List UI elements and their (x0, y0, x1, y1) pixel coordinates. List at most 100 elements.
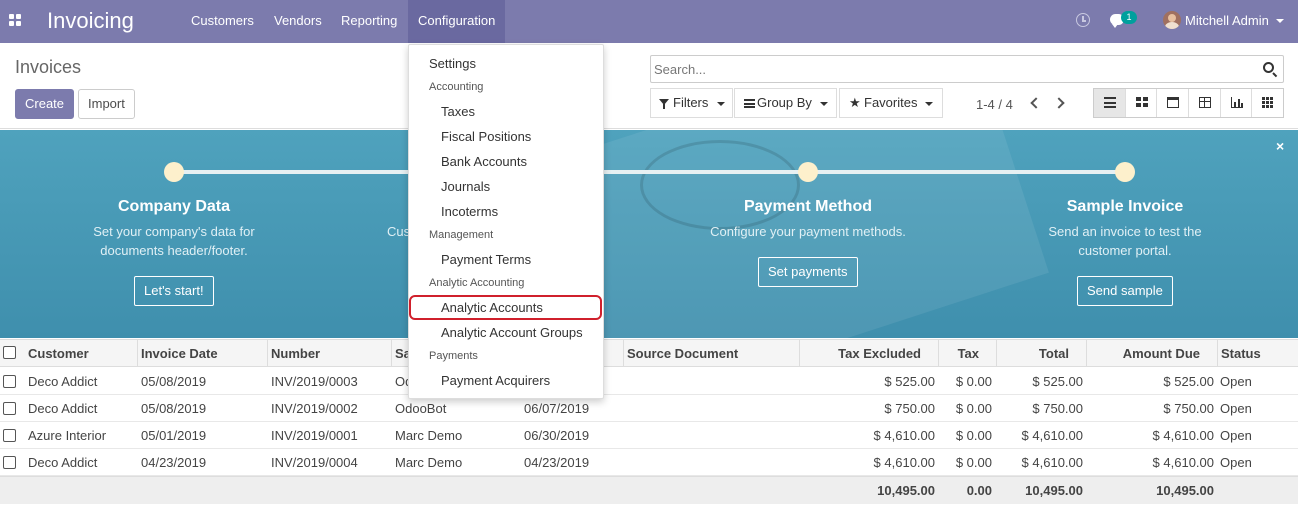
menu-taxes[interactable]: Taxes (441, 104, 475, 119)
set-payments-button[interactable]: Set payments (758, 257, 858, 287)
create-button[interactable]: Create (15, 89, 75, 119)
list-view-button[interactable] (1094, 89, 1126, 117)
import-button[interactable]: Import (78, 89, 135, 119)
list-view-icon (1104, 97, 1116, 108)
menu-customers[interactable]: Customers (181, 0, 264, 43)
menu-fiscal-positions[interactable]: Fiscal Positions (441, 129, 531, 144)
cell-tax-excluded: $ 4,610.00 (873, 455, 935, 470)
view-switcher (1093, 88, 1284, 118)
row-checkbox[interactable] (3, 402, 16, 415)
column-separator[interactable] (938, 339, 939, 367)
filter-icon (659, 99, 669, 109)
menu-configuration[interactable]: Configuration (408, 0, 506, 43)
cell-invoice-date: 05/01/2019 (141, 428, 207, 443)
menu-header-accounting: Accounting (429, 81, 484, 93)
column-separator[interactable] (137, 339, 138, 367)
menu-analytic-account-groups[interactable]: Analytic Account Groups (441, 325, 583, 340)
step-dot (164, 162, 184, 182)
cell-number: INV/2019/0001 (271, 428, 358, 443)
cell-number: INV/2019/0004 (271, 455, 358, 470)
lets-start-button[interactable]: Let's start! (134, 276, 214, 306)
column-separator[interactable] (391, 339, 392, 367)
column-customer[interactable]: Customer (28, 346, 89, 361)
row-checkbox[interactable] (3, 375, 16, 388)
column-invoice-date[interactable]: Invoice Date (141, 346, 218, 361)
calendar-view-button[interactable] (1157, 89, 1190, 117)
column-total[interactable]: Total (997, 346, 1069, 361)
app-brand[interactable]: Invoicing (47, 8, 134, 34)
menu-reporting[interactable]: Reporting (331, 0, 407, 43)
column-separator[interactable] (799, 339, 800, 367)
cell-tax: $ 0.00 (955, 401, 992, 416)
search-bar (650, 55, 1284, 83)
cell-customer: Azure Interior (28, 428, 107, 443)
cell-amount-due: $ 4,610.00 (1152, 428, 1214, 443)
table-row[interactable]: Deco Addict 05/08/2019 INV/2019/0003 Od … (0, 368, 1298, 395)
column-separator[interactable] (1217, 339, 1218, 367)
row-checkbox[interactable] (3, 429, 16, 442)
pager-value[interactable]: 1-4 / 4 (976, 97, 1013, 112)
apps-menu-icon[interactable] (9, 14, 22, 27)
step-title-sample-invoice: Sample Invoice (1066, 198, 1184, 215)
banner-background-image (640, 140, 800, 230)
menu-payment-terms[interactable]: Payment Terms (441, 252, 531, 267)
menu-payment-acquirers[interactable]: Payment Acquirers (441, 373, 550, 388)
column-separator[interactable] (623, 339, 624, 367)
cell-customer: Deco Addict (28, 401, 98, 416)
column-status[interactable]: Status (1221, 346, 1261, 361)
column-separator[interactable] (996, 339, 997, 367)
table-row[interactable]: Deco Addict 04/23/2019 INV/2019/0004 Mar… (0, 449, 1298, 476)
select-all-checkbox[interactable] (3, 346, 16, 359)
row-checkbox[interactable] (3, 456, 16, 469)
graph-view-button[interactable] (1220, 89, 1253, 117)
groupby-dropdown[interactable]: Group By (734, 88, 837, 118)
column-number[interactable]: Number (271, 346, 320, 361)
total-tax: 0.00 (966, 483, 992, 498)
column-amount-due[interactable]: Amount Due (1087, 346, 1200, 361)
cell-customer: Deco Addict (28, 455, 98, 470)
favorites-dropdown[interactable]: ★ Favorites (839, 88, 943, 118)
menu-journals[interactable]: Journals (441, 179, 490, 194)
calendar-view-icon (1167, 97, 1180, 108)
message-count-badge: 1 (1121, 11, 1137, 24)
cell-tax: $ 0.00 (955, 374, 992, 389)
step-desc-payment-method: Configure your payment methods. (710, 224, 906, 239)
cell-due-date: 06/07/2019 (524, 401, 590, 416)
column-tax[interactable]: Tax (940, 346, 979, 361)
filters-dropdown[interactable]: Filters (650, 88, 733, 118)
groupby-label: Group By (757, 95, 812, 110)
table-row[interactable]: Deco Addict 05/08/2019 INV/2019/0002 Odo… (0, 395, 1298, 422)
menu-incoterms[interactable]: Incoterms (441, 204, 498, 219)
cell-due-date: 06/30/2019 (524, 428, 590, 443)
activity-clock-icon[interactable] (1076, 13, 1090, 27)
step-dot (798, 162, 818, 182)
cell-salesperson: Marc Demo (395, 455, 463, 470)
analytic-accounts-highlight-box (409, 295, 602, 320)
total-total: 10,495.00 (1025, 483, 1083, 498)
column-source-document[interactable]: Source Document (627, 346, 738, 361)
cell-amount-due: $ 525.00 (1163, 374, 1214, 389)
step-desc-company-data: Set your company's data for documents hea… (93, 224, 255, 258)
column-separator[interactable] (267, 339, 268, 367)
user-menu-caret-icon[interactable] (1276, 19, 1284, 23)
top-navbar: Invoicing Customers Vendors Reporting Co… (0, 0, 1298, 43)
kanban-view-button[interactable] (1125, 89, 1158, 117)
column-separator[interactable] (1086, 339, 1087, 367)
table-row[interactable]: Azure Interior 05/01/2019 INV/2019/0001 … (0, 422, 1298, 449)
cell-number: INV/2019/0002 (271, 401, 358, 416)
search-input[interactable] (654, 59, 1249, 79)
close-icon[interactable]: × (1276, 138, 1284, 154)
column-tax-excluded[interactable]: Tax Excluded (800, 346, 921, 361)
cell-due-date: 04/23/2019 (524, 455, 590, 470)
pivot-view-button[interactable] (1189, 89, 1221, 117)
menu-vendors[interactable]: Vendors (264, 0, 332, 43)
menu-settings[interactable]: Settings (429, 56, 476, 71)
send-sample-button[interactable]: Send sample (1077, 276, 1173, 306)
search-icon[interactable] (1263, 62, 1274, 73)
menu-bank-accounts[interactable]: Bank Accounts (441, 154, 527, 169)
configuration-dropdown-menu (408, 44, 604, 399)
activity-view-button[interactable] (1252, 89, 1284, 117)
user-name[interactable]: Mitchell Admin (1185, 13, 1269, 28)
user-avatar[interactable] (1163, 11, 1181, 29)
cell-status: Open (1220, 401, 1252, 416)
